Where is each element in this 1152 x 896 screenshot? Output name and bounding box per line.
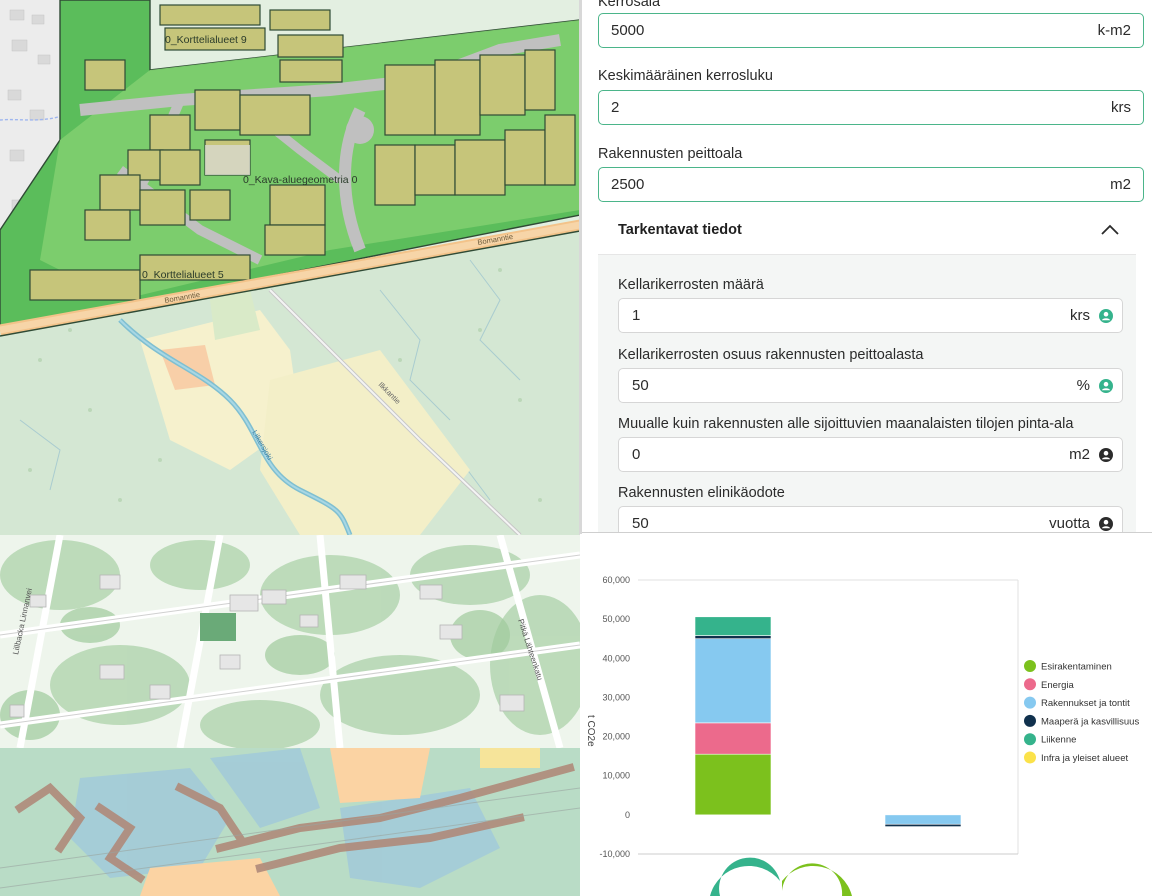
detail-label-0: Kellarikerrosten määrä <box>618 277 764 293</box>
bar-segment[interactable] <box>694 635 772 640</box>
detail-unit-0: krs <box>1070 307 1090 324</box>
bar-segment[interactable] <box>884 814 962 825</box>
bar-segment[interactable] <box>884 823 962 827</box>
soil-map-canvas <box>0 748 580 896</box>
donut-slice-liikenne[interactable] <box>710 857 780 896</box>
kellarikerrosten-osuus-input[interactable]: 50 % <box>618 368 1123 403</box>
y-tick-label: 60,000 <box>602 575 630 585</box>
plan-map-canvas: 0_Korttelialueet 9 0_Kava-aluegeometria … <box>0 0 580 535</box>
peittoala-value: 2500 <box>611 176 645 193</box>
legend-label[interactable]: Maaperä ja kasvillisuus <box>1041 716 1139 727</box>
bar-segment[interactable] <box>694 722 772 755</box>
y-tick-label: 40,000 <box>602 653 630 663</box>
map-label-katualue: 0_Kava-aluegeometria 0 <box>243 174 358 186</box>
detail-unit-1: % <box>1076 377 1090 394</box>
user-circle-green-icon[interactable] <box>1099 379 1113 393</box>
legend-swatch[interactable] <box>1024 733 1036 746</box>
legend-label[interactable]: Esirakentaminen <box>1041 662 1112 673</box>
emissions-donut-chart <box>710 857 852 896</box>
bar-segment[interactable] <box>694 638 772 724</box>
user-circle-dark-icon[interactable] <box>1099 517 1113 531</box>
details-section-body: Kellarikerrosten määrä 1 krs Kellarikerr… <box>598 254 1136 532</box>
details-section-title: Tarkentavat tiedot <box>618 222 742 238</box>
vegetation-map-canvas: Lillbacka Linnanvei Pitkä Lähteenkatu <box>0 535 580 748</box>
y-tick-label: 50,000 <box>602 614 630 624</box>
y-tick-label: 10,000 <box>602 771 630 781</box>
y-tick-label: -10,000 <box>599 849 630 859</box>
building-parameters-form: Kerrosala 5000 k-m2 Keskimääräinen kerro… <box>582 0 1152 533</box>
legend-label[interactable]: Infra ja yleiset alueet <box>1041 753 1128 764</box>
legend-swatch[interactable] <box>1024 714 1036 727</box>
legend-swatch[interactable] <box>1024 751 1036 764</box>
detail-label-2: Muualle kuin rakennusten alle sijoittuvi… <box>618 416 1074 432</box>
kerrosluku-value: 2 <box>611 99 620 116</box>
detail-label-1: Kellarikerrosten osuus rakennusten peitt… <box>618 347 924 363</box>
emissions-stacked-bar-chart: -10,000 0 10,000 20,000 30,000 40,000 50,000 60… <box>585 575 1139 896</box>
map-label-kortteli9: 0_Korttelialueet 9 <box>165 34 247 46</box>
y-tick-label: 30,000 <box>602 692 630 702</box>
kerrosala-value: 5000 <box>611 22 645 39</box>
y-tick-label: 20,000 <box>602 732 630 742</box>
legend-swatch[interactable] <box>1024 678 1036 691</box>
bar-segment[interactable] <box>694 753 772 816</box>
kerrosala-unit: k-m2 <box>1097 22 1131 39</box>
legend-swatch[interactable] <box>1024 696 1036 709</box>
kerrosluku-unit: krs <box>1111 99 1131 116</box>
app-screen: 0_Korttelialueet 9 0_Kava-aluegeometria … <box>0 0 1152 896</box>
details-accordion-header[interactable]: Tarkentavat tiedot <box>598 208 1136 254</box>
user-circle-dark-icon[interactable] <box>1099 448 1113 462</box>
bar-segment[interactable] <box>694 616 772 636</box>
vegetation-map[interactable]: Lillbacka Linnanvei Pitkä Lähteenkatu <box>0 535 580 748</box>
y-axis-title: t CO2e <box>585 715 596 747</box>
detail-unit-3: vuotta <box>1049 515 1090 532</box>
kerrosluku-input[interactable]: 2 krs <box>598 90 1144 125</box>
soil-habitat-map[interactable] <box>0 748 580 896</box>
detail-value-2: 0 <box>632 446 641 463</box>
elinikaodote-input[interactable]: 50 vuotta <box>618 506 1123 532</box>
kerrosala-label: Kerrosala <box>598 0 661 10</box>
donut-slice-esirakentaminen[interactable] <box>782 863 852 896</box>
detail-value-0: 1 <box>632 307 641 324</box>
kerrosala-input[interactable]: 5000 k-m2 <box>598 13 1144 48</box>
legend-label[interactable]: Rakennukset ja tontit <box>1041 698 1130 709</box>
maanalaiset-tilat-input[interactable]: 0 m2 <box>618 437 1123 472</box>
legend-label[interactable]: Liikenne <box>1041 735 1076 746</box>
y-tick-label: 0 <box>625 810 630 820</box>
detail-value-1: 50 <box>632 377 649 394</box>
kerrosluku-label: Keskimääräinen kerrosluku <box>598 68 773 84</box>
map-label-kortteli5: 0_Korttelialueet 5 <box>142 269 224 281</box>
emissions-chart-panel: -10,000 0 10,000 20,000 30,000 40,000 50,000 60… <box>580 534 1152 896</box>
peittoala-input[interactable]: 2500 m2 <box>598 167 1144 202</box>
user-circle-green-icon[interactable] <box>1099 309 1113 323</box>
detail-unit-2: m2 <box>1069 446 1090 463</box>
detail-label-3: Rakennusten elinikäodote <box>618 485 785 501</box>
kellarikerrosten-maara-input[interactable]: 1 krs <box>618 298 1123 333</box>
legend-swatch[interactable] <box>1024 660 1036 672</box>
peittoala-label: Rakennusten peittoala <box>598 146 743 162</box>
detail-value-3: 50 <box>632 515 649 532</box>
legend-label[interactable]: Energia <box>1041 680 1074 691</box>
chevron-up-icon[interactable] <box>1100 223 1120 241</box>
peittoala-unit: m2 <box>1110 176 1131 193</box>
land-use-plan-map[interactable]: 0_Korttelialueet 9 0_Kava-aluegeometria … <box>0 0 580 535</box>
